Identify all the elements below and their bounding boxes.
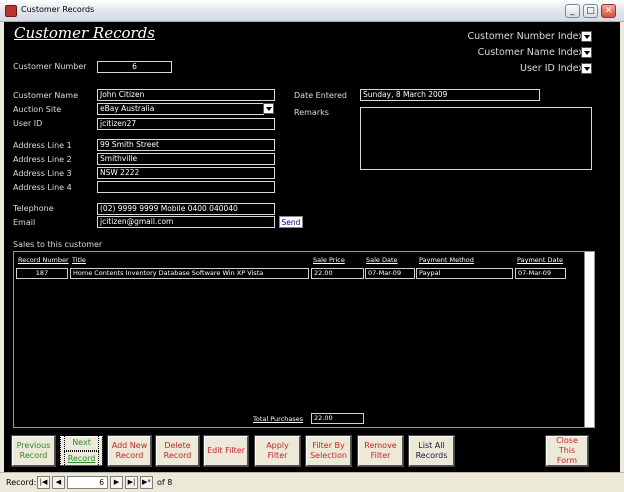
user-id-label: User ID (13, 119, 43, 128)
col-payment-date: Payment Date (517, 256, 564, 264)
telephone-field[interactable]: (02) 9999 9999 Mobile 0400 040040 (97, 203, 275, 215)
apply-filter-button[interactable]: Apply Filter (254, 435, 301, 467)
customer-number-label: Customer Number (13, 62, 87, 71)
user-id-index-label: User ID Index (520, 63, 584, 74)
window-titlebar: Customer Records _ □ ✕ (0, 0, 624, 22)
auction-site-dropdown-button[interactable] (263, 103, 274, 114)
auction-site-label: Auction Site (13, 105, 62, 114)
customer-name-label: Customer Name (13, 91, 79, 100)
last-record-icon[interactable]: ▶| (125, 476, 138, 489)
total-purchases-field: 22.00 (311, 413, 364, 424)
email-label: Email (13, 218, 36, 227)
form-heading: Customer Records (14, 24, 156, 42)
email-field[interactable]: jcitizen@gmail.com (97, 216, 275, 228)
add-new-record-button[interactable]: Add New Record (107, 435, 152, 467)
customer-name-index-label: Customer Name Index (477, 47, 584, 58)
send-email-button[interactable]: Send (279, 216, 303, 228)
address-line-2-label: Address Line 2 (13, 155, 72, 164)
access-form-icon (5, 5, 17, 17)
row-sale-price[interactable]: 22.00 (311, 268, 364, 279)
row-payment-date[interactable]: 07-Mar-09 (515, 268, 566, 279)
first-record-icon[interactable]: |◀ (37, 476, 50, 489)
close-window-button[interactable]: ✕ (601, 4, 616, 18)
maximize-button[interactable]: □ (583, 4, 598, 18)
address-line-4-field[interactable] (97, 181, 275, 193)
address-line-1-label: Address Line 1 (13, 141, 72, 150)
row-record-number[interactable]: 187 (16, 268, 68, 279)
record-label: Record: (6, 478, 37, 487)
customer-number-index-dropdown[interactable] (581, 31, 592, 42)
address-line-3-label: Address Line 3 (13, 169, 72, 178)
new-record-icon[interactable]: ▶* (140, 476, 153, 489)
customer-number-index-label: Customer Number Index (467, 31, 584, 42)
row-payment-method[interactable]: Paypal (416, 268, 513, 279)
next-record-icon[interactable]: ▶ (110, 476, 123, 489)
col-payment-method: Payment Method (419, 256, 474, 264)
total-purchases-label: Total Purchases (253, 415, 304, 423)
minimize-button[interactable]: _ (565, 4, 580, 18)
sales-section-title: Sales to this customer (13, 240, 103, 249)
col-sale-date: Sale Date (366, 256, 398, 264)
row-sale-date[interactable]: 07-Mar-09 (365, 268, 415, 279)
row-title[interactable]: Home Contents Inventory Database Softwar… (70, 268, 309, 279)
col-sale-price: Sale Price (313, 256, 345, 264)
auction-site-select[interactable]: eBay Australia (97, 103, 264, 115)
address-line-1-field[interactable]: 99 Smith Street (97, 139, 275, 151)
close-form-button[interactable]: Close This Form (545, 435, 589, 467)
remove-filter-button[interactable]: Remove Filter (357, 435, 404, 467)
prev-record-icon[interactable]: ◀ (52, 476, 65, 489)
date-entered-field[interactable]: Sunday, 8 March 2009 (360, 89, 540, 101)
customer-form: Customer Records Customer Number Index C… (4, 22, 620, 472)
edit-filter-button[interactable]: Edit Filter (203, 435, 249, 467)
user-id-field[interactable]: jcitizen27 (97, 118, 275, 130)
col-record-number: Record Number (18, 256, 69, 264)
customer-name-field[interactable]: John Citizen (97, 89, 275, 101)
address-line-4-label: Address Line 4 (13, 183, 72, 192)
subform-scrollbar[interactable] (584, 252, 594, 427)
address-line-3-field[interactable]: NSW 2222 (97, 167, 275, 179)
record-navigation-bar: Record: |◀ ◀ 6 ▶ ▶| ▶* of 8 (0, 472, 624, 492)
record-count: of 8 (157, 478, 173, 487)
user-id-index-dropdown[interactable] (581, 63, 592, 74)
next-record-button[interactable]: Next Record (59, 432, 104, 470)
customer-number-field[interactable]: 6 (97, 61, 172, 73)
col-title: Title (72, 256, 86, 264)
remarks-field[interactable] (360, 107, 592, 170)
filter-by-selection-button[interactable]: Filter By Selection (305, 435, 352, 467)
current-record-input[interactable]: 6 (67, 476, 108, 489)
list-all-records-button[interactable]: List All Records (408, 435, 455, 467)
remarks-label: Remarks (294, 108, 329, 117)
previous-record-button[interactable]: Previous Record (11, 435, 56, 467)
address-line-2-field[interactable]: Smithville (97, 153, 275, 165)
date-entered-label: Date Entered (294, 91, 347, 100)
telephone-label: Telephone (13, 204, 54, 213)
sales-subform: Record Number Title Sale Price Sale Date… (13, 251, 595, 428)
window-title: Customer Records (21, 5, 95, 14)
customer-name-index-dropdown[interactable] (581, 47, 592, 58)
delete-record-button[interactable]: Delete Record (155, 435, 200, 467)
